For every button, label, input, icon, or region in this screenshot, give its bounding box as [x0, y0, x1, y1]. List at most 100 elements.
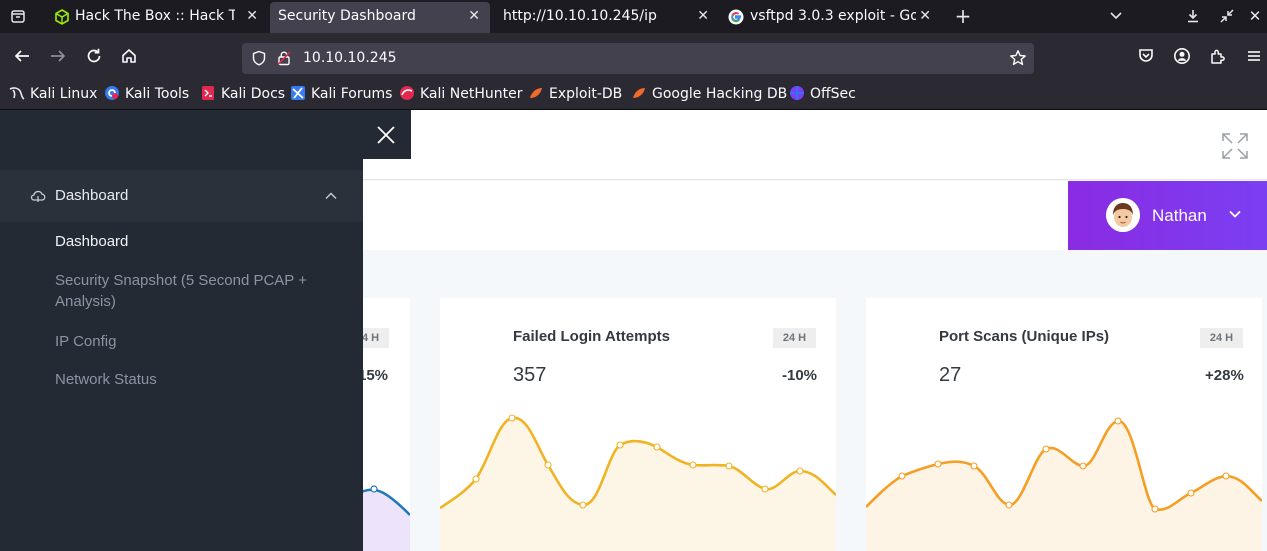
tab-title: Security Dashboard [278, 8, 416, 24]
tracking-protection-icon[interactable] [251, 50, 267, 66]
back-icon[interactable] [11, 45, 33, 67]
offsec-icon [790, 86, 804, 100]
card-title: Port Scans (Unique IPs) [939, 328, 1110, 345]
bookmark-kali-linux[interactable]: Kali Linux [9, 84, 97, 104]
sparkline-point [1114, 417, 1122, 425]
sparkline-point [1187, 489, 1195, 497]
browser-tab-bar: Hack The Box :: Hack The ✕ Security Dash… [0, 0, 1267, 33]
new-tab-icon[interactable]: + [951, 5, 975, 27]
sidebar-item-ip-config[interactable]: IP Config [55, 331, 345, 352]
bookmark-kali-nethunter[interactable]: Kali NetHunter [399, 84, 522, 104]
stat-value: 27 [939, 364, 962, 386]
sparkline-point [761, 485, 769, 493]
sidebar: Dashboard Dashboard Security Snapshot (5… [0, 110, 363, 551]
sparkline-point [725, 462, 733, 470]
sidebar-close-button[interactable] [363, 110, 411, 159]
sidebar-item-dashboard[interactable]: Dashboard [55, 231, 345, 252]
sparkline-point [796, 467, 804, 475]
tab-ip-page[interactable]: http://10.10.10.245/ip ✕ [494, 0, 719, 33]
forward-icon[interactable] [47, 45, 69, 67]
google-icon [728, 9, 744, 25]
bookmark-offsec[interactable]: OffSec [789, 84, 856, 104]
close-tab-icon[interactable]: ✕ [919, 0, 931, 33]
sidebar-item-security-snapshot[interactable]: Security Snapshot (5 Second PCAP + Analy… [55, 270, 345, 312]
bookmark-google-hacking-db[interactable]: Google Hacking DB [631, 84, 787, 104]
bookmark-exploit-db[interactable]: Exploit-DB [528, 84, 622, 104]
insecure-lock-icon[interactable] [276, 50, 292, 66]
reload-icon[interactable] [83, 45, 105, 67]
tab-title: http://10.10.10.245/ip [503, 8, 657, 24]
kali-dragon-icon [9, 87, 25, 100]
tab-google-search[interactable]: vsftpd 3.0.3 exploit - Goo ✕ [719, 0, 941, 33]
home-icon[interactable] [118, 45, 140, 67]
menu-icon[interactable] [1243, 45, 1265, 67]
account-icon[interactable] [1171, 45, 1193, 67]
stat-change: +28% [1205, 367, 1244, 384]
tab-title: vsftpd 3.0.3 exploit - Goo [750, 8, 916, 24]
tab-hackthebox[interactable]: Hack The Box :: Hack The ✕ [42, 0, 268, 33]
user-name: Nathan [1152, 206, 1207, 225]
nethunter-icon [400, 86, 414, 100]
stat-card-failed-logins: Failed Login Attempts 24 H 357 -10% [440, 298, 836, 551]
sparkline-point [689, 461, 697, 469]
sparkline-point [544, 461, 552, 469]
fullscreen-icon[interactable] [1221, 132, 1249, 160]
sparkline-point [472, 475, 480, 483]
user-menu[interactable]: Nathan [1068, 181, 1267, 250]
bookmark-kali-forums[interactable]: Kali Forums [290, 84, 392, 104]
chevron-up-icon[interactable] [325, 191, 337, 201]
close-tab-icon[interactable]: ✕ [246, 0, 258, 33]
kali-docs-icon [202, 86, 214, 100]
pocket-icon[interactable] [1135, 45, 1157, 67]
sparkline-point [616, 441, 624, 449]
downloads-icon[interactable] [1181, 5, 1205, 27]
avatar [1106, 198, 1140, 232]
sidebar-group-label: Dashboard [55, 187, 129, 204]
restore-window-icon[interactable] [1215, 5, 1239, 27]
sparkline-point [1042, 445, 1050, 453]
time-range-badge: 24 H [1200, 328, 1243, 348]
stat-card-port-scans: Port Scans (Unique IPs) 24 H 27 +28% [866, 298, 1262, 551]
kali-forums-icon [291, 86, 305, 100]
sparkline-point [1151, 505, 1159, 513]
sparkline-point [1222, 472, 1230, 480]
extensions-icon[interactable] [1207, 45, 1229, 67]
sparkline-point [898, 472, 906, 480]
stat-value: 357 [513, 364, 547, 386]
sparkline-point [508, 414, 516, 422]
exploit-db-icon [530, 88, 542, 98]
sparkline-chart [866, 417, 1262, 551]
bookmark-kali-docs[interactable]: Kali Docs [200, 84, 285, 104]
sidebar-item-network-status[interactable]: Network Status [55, 369, 345, 390]
close-tab-icon[interactable]: ✕ [468, 2, 480, 31]
sparkline-point [579, 501, 587, 509]
sparkline-point [1005, 501, 1013, 509]
close-tab-icon[interactable]: ✕ [697, 0, 709, 33]
tab-list-icon[interactable] [6, 5, 30, 27]
sparkline-chart [440, 414, 836, 551]
tab-title: Hack The Box :: Hack The [75, 8, 235, 24]
close-window-icon[interactable]: ✕ [1243, 5, 1267, 27]
hackthebox-icon [55, 9, 69, 25]
bookmark-star-icon[interactable] [1008, 48, 1028, 68]
ghdb-icon [633, 88, 645, 98]
bookmarks-toolbar: Kali Linux Kali Tools Kali Docs Kali For… [0, 78, 1267, 110]
cloud-icon [30, 190, 46, 202]
sparkline-point [370, 485, 378, 493]
sparkline-point [1079, 462, 1087, 470]
kali-tools-icon [105, 86, 119, 100]
sparkline-point [653, 443, 661, 451]
page-content: Nathan 24 H 15% Failed Login Attempts 24… [0, 110, 1267, 551]
url-text[interactable]: 10.10.10.245 [303, 43, 397, 74]
sidebar-group-dashboard[interactable]: Dashboard [0, 170, 363, 222]
url-bar[interactable]: 10.10.10.245 [242, 43, 1034, 74]
bookmark-kali-tools[interactable]: Kali Tools [104, 84, 189, 104]
list-all-tabs-icon[interactable] [1104, 5, 1128, 27]
tab-security-dashboard[interactable]: Security Dashboard ✕ [270, 2, 490, 33]
sparkline-point [934, 460, 942, 468]
close-icon [377, 126, 395, 144]
card-title: Failed Login Attempts [513, 328, 670, 345]
stat-change: -10% [782, 367, 818, 384]
time-range-badge: 24 H [773, 328, 816, 348]
chevron-down-icon [1229, 210, 1241, 218]
